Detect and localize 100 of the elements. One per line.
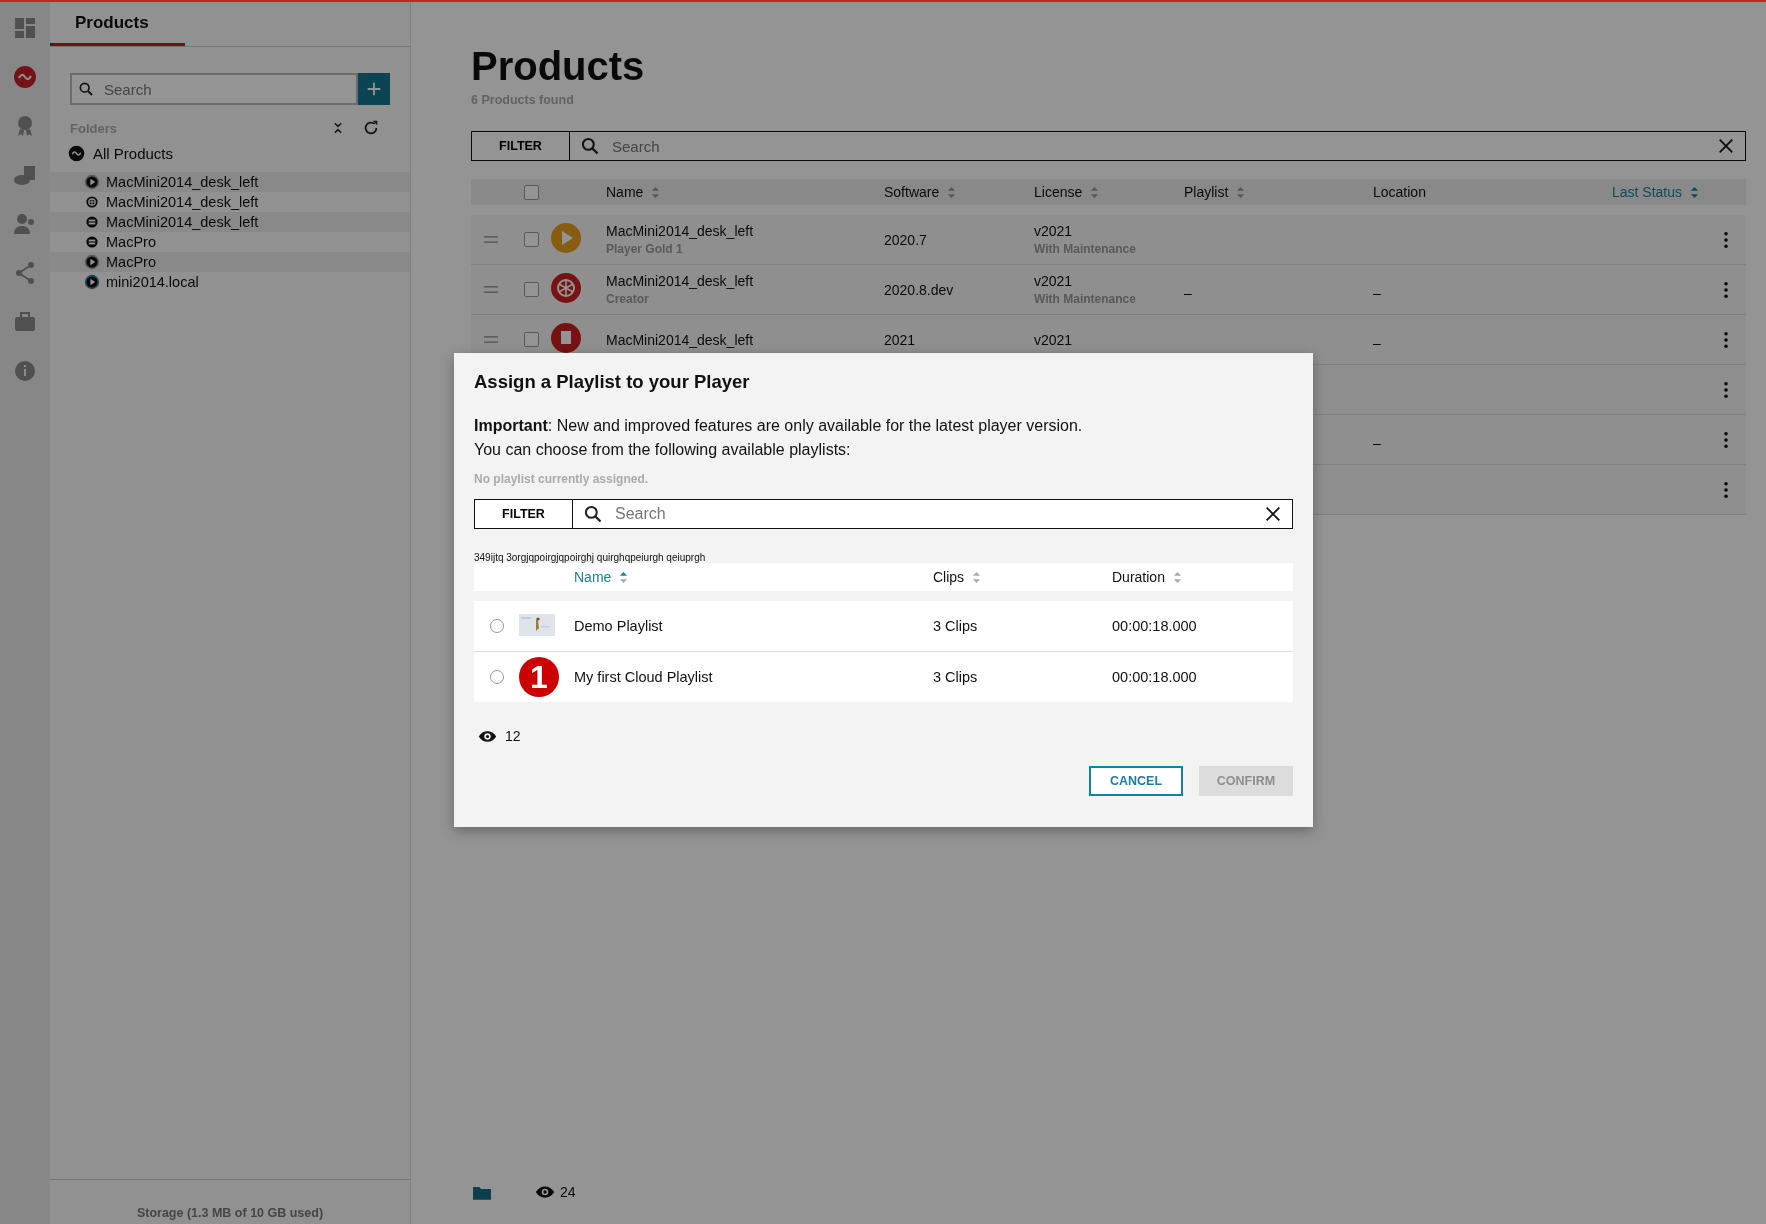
- view-count: 12: [505, 728, 521, 744]
- tree-item[interactable]: MacPro: [50, 232, 410, 252]
- sort-icon[interactable]: [972, 570, 982, 584]
- search-field[interactable]: Search: [570, 131, 1746, 161]
- more-icon[interactable]: [1723, 380, 1729, 399]
- note-text: 349ijtq 3orgjqpoirgjqpoirghj quirghqpeiurgh qeiuprgh: [474, 553, 707, 563]
- products-tab[interactable]: Products: [50, 2, 185, 46]
- dialog-text: You can choose from the following available playlists:: [474, 441, 852, 459]
- sort-icon[interactable]: [1090, 185, 1100, 199]
- table-cell-text: MacMini2014_desk_left: [606, 331, 755, 348]
- sort-icon[interactable]: [947, 185, 957, 199]
- page-title: Products: [471, 44, 646, 89]
- nav-icon[interactable]: [13, 310, 37, 334]
- search-field[interactable]: Search: [573, 499, 1293, 529]
- table-cell-text: v2021: [1034, 331, 1074, 348]
- plus-icon: [365, 80, 383, 98]
- column-header[interactable]: License: [1034, 184, 1100, 200]
- more-icon[interactable]: [1723, 430, 1729, 449]
- nav-icon[interactable]: [13, 65, 37, 89]
- search-icon: [583, 504, 603, 524]
- nav-icon[interactable]: [13, 16, 37, 40]
- table-cell-text: 2021: [884, 331, 917, 348]
- search-icon: [78, 81, 94, 97]
- play-icon: [551, 222, 581, 253]
- server-icon: [84, 234, 100, 250]
- checkbox[interactable]: [523, 184, 539, 200]
- column-header[interactable]: Software: [884, 184, 957, 200]
- column-header[interactable]: Location: [1373, 184, 1426, 200]
- play-icon: [84, 254, 100, 270]
- eye-icon: [535, 1185, 555, 1199]
- view-count: 24: [560, 1184, 576, 1200]
- dialog-text: Important: New and improved features are only available for the latest player version.: [474, 417, 1084, 435]
- tree-item[interactable]: MacMini2014_desk_left: [50, 172, 410, 192]
- table-cell-text: 3 Clips: [933, 618, 979, 634]
- nav-icon[interactable]: [13, 212, 37, 236]
- filter-button[interactable]: FILTER: [474, 499, 573, 529]
- tree-item[interactable]: All Products: [68, 145, 392, 162]
- sort-icon[interactable]: [1236, 185, 1246, 199]
- table-cell: –: [1184, 284, 1192, 301]
- table-cell-text: v2021: [1034, 223, 1074, 239]
- folder-icon[interactable]: [473, 1184, 491, 1200]
- more-icon[interactable]: [1723, 480, 1729, 499]
- wheel-icon: [84, 194, 100, 210]
- table-cell: –: [1373, 334, 1381, 351]
- table-cell-text: Demo Playlist: [574, 618, 664, 634]
- products-icon: [68, 145, 85, 162]
- sort-icon[interactable]: [619, 570, 629, 584]
- sort-icon[interactable]: [651, 185, 661, 199]
- column-header[interactable]: Playlist: [1184, 184, 1246, 200]
- column-header[interactable]: Name: [606, 184, 661, 200]
- checkbox[interactable]: [523, 282, 539, 297]
- column-header[interactable]: Last Status: [1612, 184, 1700, 200]
- table-cell-text: v2021: [1034, 273, 1074, 289]
- table-cell-text: 2020.8.dev: [884, 281, 955, 298]
- play-icon: [84, 274, 100, 290]
- search-field[interactable]: Search: [70, 73, 358, 105]
- play-icon: [84, 174, 100, 190]
- table-cell-text: MacMini2014_desk_left: [606, 223, 755, 239]
- radio-button[interactable]: [489, 619, 504, 633]
- storage-label: Storage (1.3 MB of 10 GB used): [136, 1206, 324, 1220]
- filter-button[interactable]: FILTER: [471, 131, 570, 161]
- close-icon[interactable]: [1717, 137, 1735, 155]
- close-icon[interactable]: [1264, 505, 1282, 523]
- table-cell-text: 00:00:18.000: [1112, 669, 1198, 685]
- tree-item[interactable]: MacMini2014_desk_left: [50, 212, 410, 232]
- column-header[interactable]: Duration: [1112, 569, 1293, 585]
- tree-item[interactable]: mini2014.local: [50, 272, 410, 292]
- drag-handle-icon[interactable]: [484, 286, 498, 293]
- sort-icon[interactable]: [1690, 185, 1700, 199]
- column-header[interactable]: Clips: [933, 569, 1112, 585]
- server-icon: [84, 214, 100, 230]
- table-cell-text: 00:00:18.000: [1112, 618, 1198, 634]
- wheel-icon: [551, 272, 581, 303]
- checkbox[interactable]: [523, 332, 539, 347]
- table-cell: –: [1373, 284, 1381, 301]
- tree-item[interactable]: MacPro: [50, 252, 410, 272]
- nav-icon[interactable]: [13, 163, 37, 187]
- table-cell-text: My first Cloud Playlist: [574, 669, 714, 685]
- refresh-icon[interactable]: [362, 119, 380, 137]
- tree-item[interactable]: MacMini2014_desk_left: [50, 192, 410, 212]
- radio-button[interactable]: [489, 670, 504, 684]
- more-icon[interactable]: [1723, 280, 1729, 299]
- nav-icon[interactable]: [13, 359, 37, 383]
- add-button[interactable]: [358, 73, 390, 105]
- more-icon[interactable]: [1723, 330, 1729, 349]
- more-icon[interactable]: [1723, 230, 1729, 249]
- search-icon: [580, 136, 600, 156]
- nav-icon[interactable]: [13, 261, 37, 285]
- search-field[interactable]: Search: [610, 136, 1707, 156]
- drag-handle-icon[interactable]: [484, 236, 498, 243]
- sort-icon[interactable]: [1172, 570, 1182, 584]
- table-cell: –: [1373, 434, 1381, 451]
- table-cell-text: MacMini2014_desk_left: [606, 273, 755, 289]
- dialog-button[interactable]: CANCEL: [1089, 766, 1183, 796]
- search-field[interactable]: Search: [613, 504, 1254, 524]
- drag-handle-icon[interactable]: [484, 336, 498, 343]
- playlist-badge: 1: [519, 657, 559, 697]
- checkbox[interactable]: [523, 232, 539, 247]
- column-header[interactable]: Name: [574, 569, 933, 585]
- search-field[interactable]: Search: [102, 79, 350, 99]
